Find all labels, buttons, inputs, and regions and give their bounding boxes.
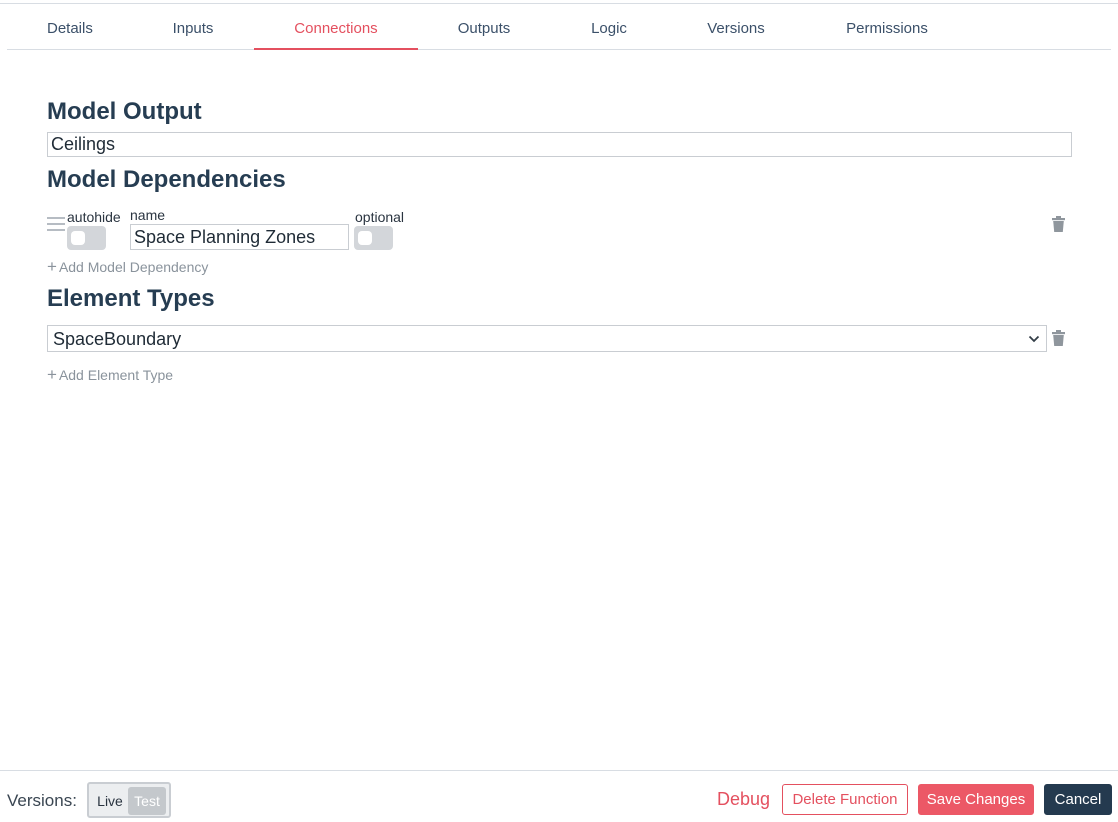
tab-connections[interactable]: Connections: [254, 4, 418, 50]
tab-versions[interactable]: Versions: [701, 4, 771, 50]
add-element-type-link[interactable]: + Add Element Type: [47, 365, 173, 385]
autohide-toggle[interactable]: [67, 226, 106, 250]
dependency-name-input[interactable]: [130, 224, 349, 250]
versions-label: Versions:: [7, 791, 77, 810]
add-model-dependency-link[interactable]: + Add Model Dependency: [47, 257, 208, 277]
tab-permissions[interactable]: Permissions: [839, 4, 935, 50]
tab-logic[interactable]: Logic: [585, 4, 633, 50]
element-type-value: SpaceBoundary: [53, 329, 182, 349]
model-output-input[interactable]: [47, 132, 1072, 157]
model-dependencies-title: Model Dependencies: [47, 166, 286, 193]
name-label: name: [130, 207, 166, 223]
drag-handle-icon[interactable]: [47, 217, 65, 233]
footer-bar: Versions: Live Test Debug Delete Functio…: [0, 770, 1118, 822]
version-toggle: Live Test: [87, 782, 171, 818]
model-output-title: Model Output: [47, 98, 202, 125]
tab-outputs[interactable]: Outputs: [451, 4, 517, 50]
delete-function-button[interactable]: Delete Function: [782, 784, 908, 815]
element-types-title: Element Types: [47, 285, 215, 312]
plus-icon: +: [47, 365, 57, 384]
version-live-option[interactable]: Live: [93, 789, 127, 813]
add-model-dependency-label: Add Model Dependency: [58, 259, 209, 275]
plus-icon: +: [47, 257, 57, 276]
autohide-label: autohide: [67, 209, 121, 225]
element-type-select[interactable]: SpaceBoundary: [47, 325, 1047, 352]
cancel-button[interactable]: Cancel: [1044, 784, 1112, 815]
add-element-type-label: Add Element Type: [58, 367, 174, 383]
tab-details[interactable]: Details: [47, 4, 93, 50]
chevron-down-icon: [1028, 335, 1040, 343]
version-test-option[interactable]: Test: [128, 787, 166, 815]
tab-bar: Details Inputs Connections Outputs Logic…: [7, 4, 1111, 50]
debug-link[interactable]: Debug: [717, 789, 770, 810]
optional-label: optional: [355, 209, 405, 225]
tab-inputs[interactable]: Inputs: [165, 4, 221, 50]
optional-toggle[interactable]: [354, 226, 393, 250]
save-changes-button[interactable]: Save Changes: [918, 784, 1034, 815]
trash-icon[interactable]: [1052, 216, 1065, 232]
trash-icon[interactable]: [1052, 330, 1065, 346]
